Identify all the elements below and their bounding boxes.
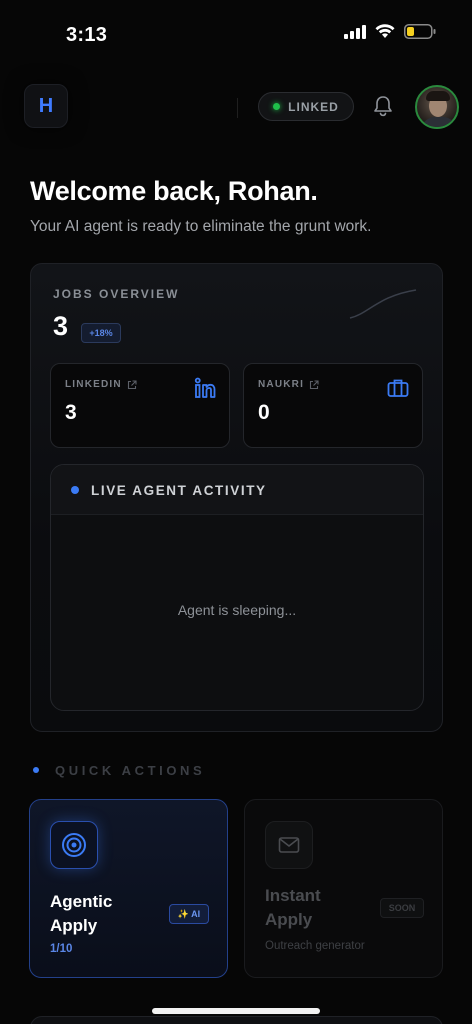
activity-empty-state: Agent is sleeping... <box>177 602 297 618</box>
welcome-subtitle: Your AI agent is ready to eliminate the … <box>30 218 372 235</box>
top-bar: H LINKED <box>22 82 459 132</box>
ai-tag-badge: ✨ AI <box>169 904 209 924</box>
next-section-card <box>30 1016 443 1024</box>
linked-status-dot <box>273 103 281 110</box>
instant-apply-title-line2: Apply <box>265 910 313 929</box>
quick-actions-dot <box>33 767 39 773</box>
linkedin-stat-card[interactable]: LINKEDIN 3 <box>50 363 230 448</box>
linkedin-stat-label: LINKEDIN <box>65 379 122 390</box>
app-logo[interactable]: H <box>24 84 68 128</box>
trend-sparkline-icon <box>349 289 417 319</box>
instant-apply-title: Instant Apply <box>265 884 321 932</box>
instant-apply-card[interactable]: Instant Apply SOON Outreach generator <box>244 799 443 978</box>
avatar-body <box>421 117 457 127</box>
linkedin-stat-label-row: LINKEDIN <box>65 379 137 390</box>
naukri-stat-value: 0 <box>258 401 270 424</box>
avatar-hair <box>426 91 450 101</box>
linkedin-stat-value: 3 <box>65 401 77 424</box>
target-icon-graphic <box>62 833 86 857</box>
agentic-apply-title-line2: Apply <box>50 916 98 935</box>
status-icons <box>344 24 436 39</box>
agentic-apply-card[interactable]: Agentic Apply ✨ AI 1/10 <box>29 799 228 978</box>
wifi-icon <box>375 24 395 38</box>
activity-header: LIVE AGENT ACTIVITY <box>51 465 423 515</box>
agentic-apply-title-line1: Agentic <box>50 892 113 911</box>
agentic-apply-title: Agentic Apply <box>50 890 112 938</box>
activity-title: LIVE AGENT ACTIVITY <box>91 483 267 498</box>
home-indicator[interactable] <box>152 1008 320 1014</box>
signal-icon <box>344 24 366 39</box>
briefcase-icon <box>387 379 409 397</box>
linked-status-badge[interactable]: LINKED <box>258 92 354 121</box>
user-avatar[interactable] <box>415 85 459 129</box>
target-icon <box>50 821 98 869</box>
live-agent-activity-panel: LIVE AGENT ACTIVITY Agent is sleeping... <box>50 464 424 711</box>
linked-status-label: LINKED <box>288 99 339 114</box>
jobs-overview-count: 3 <box>53 311 69 341</box>
instant-apply-subtitle: Outreach generator <box>265 940 365 952</box>
activity-live-dot <box>71 486 79 494</box>
battery-icon <box>404 24 436 39</box>
welcome-title: Welcome back, Rohan. <box>30 176 318 206</box>
status-bar: 3:13 <box>0 0 472 70</box>
quick-actions-title: QUICK ACTIONS <box>55 763 206 778</box>
jobs-growth-badge: +18% <box>81 323 121 343</box>
jobs-overview-card: JOBS OVERVIEW 3 +18% LINKEDIN 3 NAUKRI 0… <box>30 263 443 732</box>
agentic-apply-usage: 1/10 <box>50 943 73 955</box>
mail-icon <box>265 821 313 869</box>
naukri-stat-label-row: NAUKRI <box>258 379 319 390</box>
naukri-stat-label: NAUKRI <box>258 379 305 390</box>
mail-icon-graphic <box>278 837 300 853</box>
header-divider <box>237 98 238 118</box>
notifications-bell-icon[interactable] <box>372 94 394 118</box>
status-time: 3:13 <box>66 24 108 46</box>
linkedin-icon <box>194 377 216 398</box>
instant-apply-title-line1: Instant <box>265 886 321 905</box>
external-link-icon[interactable] <box>127 379 137 390</box>
naukri-stat-card[interactable]: NAUKRI 0 <box>243 363 423 448</box>
external-link-icon[interactable] <box>309 379 319 390</box>
jobs-overview-title: JOBS OVERVIEW <box>53 287 180 301</box>
soon-tag-badge: SOON <box>380 898 424 918</box>
